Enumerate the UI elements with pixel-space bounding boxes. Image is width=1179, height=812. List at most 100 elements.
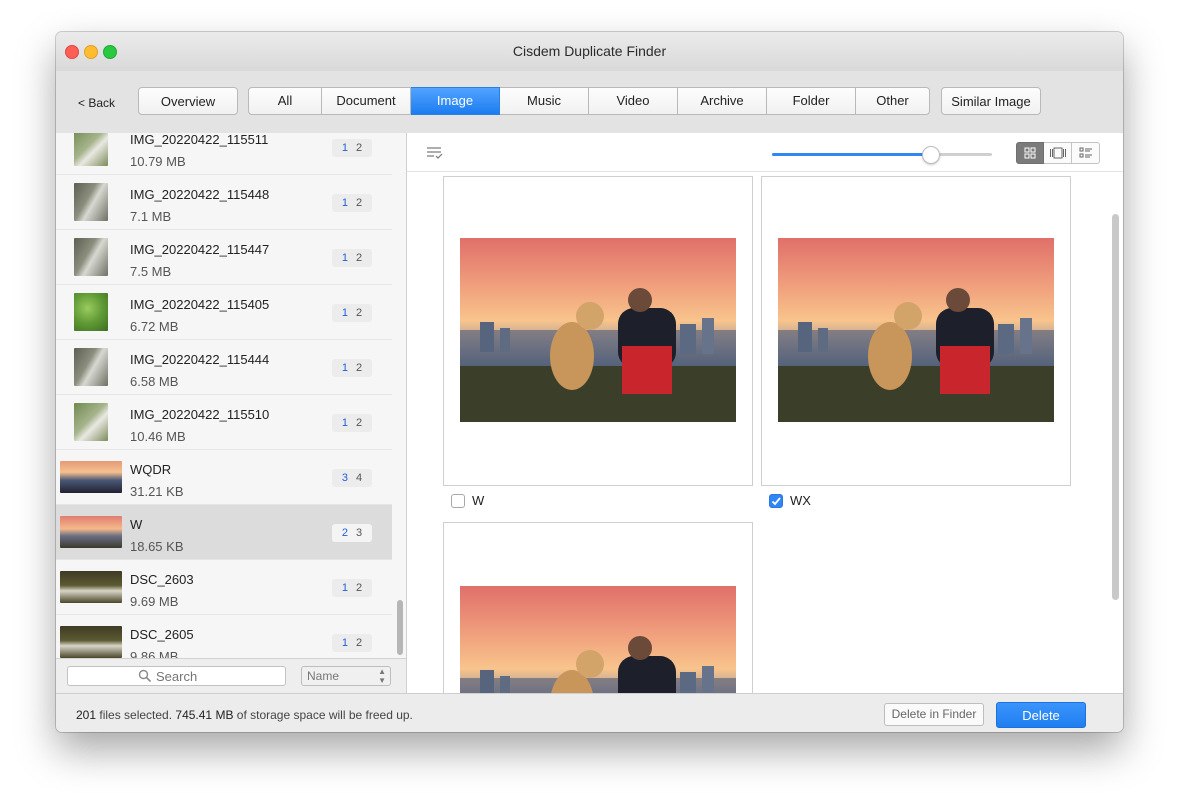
duplicate-count-badge: 12 (332, 139, 372, 157)
select-options-icon[interactable] (426, 145, 444, 161)
duplicate-grid: W WX (407, 172, 1123, 693)
file-thumbnail (74, 133, 108, 166)
window-title: Cisdem Duplicate Finder (512, 43, 667, 59)
grid-view-button[interactable] (1016, 142, 1044, 164)
file-size: 31.21 KB (130, 484, 184, 499)
file-list: IMG_20220422_115511 10.79 MB 1 2 IMG_2022042… (56, 133, 392, 670)
duplicate-card[interactable] (761, 176, 1071, 486)
file-size: 7.1 MB (130, 209, 172, 224)
duplicate-count-badge: 23 (332, 524, 372, 542)
file-size: 10.46 MB (130, 429, 186, 444)
sort-value: Name (307, 669, 340, 683)
preview-pane: W WX (407, 133, 1123, 693)
delete-button[interactable]: Delete (996, 702, 1086, 728)
close-window-button[interactable] (65, 45, 79, 59)
delete-in-finder-button[interactable]: Delete in Finder (884, 703, 984, 726)
file-thumbnail (74, 238, 108, 276)
badge-second: 2 (356, 307, 363, 319)
checkmark-icon (771, 497, 781, 506)
list-item[interactable]: IMG_20220422_115405 6.72 MB 1 2 (56, 285, 392, 340)
duplicate-count-badge: 12 (332, 634, 372, 652)
duplicate-count-badge: 12 (332, 249, 372, 267)
duplicate-count-badge: 12 (332, 304, 372, 322)
list-item[interactable]: WQDR 31.21 KB 3 4 (56, 450, 392, 505)
duplicate-count-badge: 12 (332, 414, 372, 432)
card-label: WX (790, 493, 811, 508)
badge-first: 1 (341, 252, 348, 264)
badge-first: 1 (341, 362, 348, 374)
list-item[interactable]: DSC_2603 9.69 MB 1 2 (56, 560, 392, 615)
up-down-arrows-icon: ▲ ▼ (378, 667, 386, 685)
badge-second: 2 (356, 417, 363, 429)
app-window: Cisdem Duplicate Finder < Back Overview … (56, 32, 1123, 732)
overview-button[interactable]: Overview (138, 87, 238, 115)
sidebar-footer: Name ▲▼ (56, 658, 406, 693)
tab-document[interactable]: Document (322, 87, 411, 115)
selected-count: 201 (76, 708, 97, 722)
tab-music[interactable]: Music (500, 87, 589, 115)
preview-scrollbar[interactable] (1112, 214, 1119, 600)
tab-archive[interactable]: Archive (678, 87, 767, 115)
toolbar: < Back Overview All Document Image Music… (56, 71, 1123, 134)
badge-second: 2 (356, 637, 363, 649)
file-thumbnail (60, 461, 122, 493)
back-button[interactable]: < Back (78, 96, 115, 110)
tab-other[interactable]: Other (856, 87, 930, 115)
badge-second: 4 (356, 472, 363, 484)
badge-second: 2 (356, 252, 363, 264)
badge-first: 1 (341, 307, 348, 319)
file-size: 6.58 MB (130, 374, 179, 389)
duplicate-card[interactable] (443, 522, 753, 693)
search-icon (138, 669, 152, 683)
zoom-window-button[interactable] (103, 45, 117, 59)
man-and-dog-photo (460, 636, 736, 693)
category-tabs: All Document Image Music Video Archive F… (248, 87, 930, 115)
minimize-window-button[interactable] (84, 45, 98, 59)
similar-image-button[interactable]: Similar Image (941, 87, 1041, 115)
duplicate-card[interactable] (443, 176, 753, 486)
sidebar-scrollbar[interactable] (397, 600, 403, 655)
thumbnail-size-slider[interactable] (772, 146, 992, 164)
list-item[interactable]: IMG_20220422_115444 6.58 MB 1 2 (56, 340, 392, 395)
duplicate-list-sidebar: IMG_20220422_115511 10.79 MB 1 2 IMG_2022042… (56, 133, 407, 693)
duplicate-count-badge: 34 (332, 469, 372, 487)
badge-first: 1 (341, 637, 348, 649)
file-name: IMG_20220422_115510 (130, 407, 270, 422)
preview-toolbar (407, 133, 1123, 172)
tab-all[interactable]: All (248, 87, 322, 115)
file-thumbnail (74, 293, 108, 331)
freed-size: 745.41 MB (175, 708, 234, 722)
duplicate-count-badge: 12 (332, 579, 372, 597)
file-thumbnail (60, 516, 122, 548)
file-name: IMG_20220422_115444 (130, 352, 270, 367)
select-checkbox-w[interactable] (451, 494, 465, 508)
tab-image[interactable]: Image (411, 87, 500, 115)
list-view-button[interactable] (1072, 142, 1100, 164)
list-item[interactable]: IMG_20220422_115511 10.79 MB 1 2 (56, 133, 392, 175)
sort-select[interactable]: Name ▲ ▼ (301, 666, 391, 686)
man-and-dog-photo (778, 288, 1054, 422)
list-item[interactable]: IMG_20220422_115510 10.46 MB 1 2 (56, 395, 392, 450)
badge-second: 2 (356, 197, 363, 209)
duplicate-count-badge: 12 (332, 359, 372, 377)
file-thumbnail (74, 403, 108, 441)
file-name: IMG_20220422_115447 (130, 242, 270, 257)
slider-thumb[interactable] (922, 146, 941, 164)
file-name: DSC_2603 (130, 572, 194, 587)
badge-first: 2 (341, 527, 348, 539)
search-box[interactable] (67, 666, 286, 686)
select-checkbox-wx[interactable] (769, 494, 783, 508)
list-item[interactable]: IMG_20220422_115448 7.1 MB 1 2 (56, 175, 392, 230)
file-name: IMG_20220422_115405 (130, 297, 270, 312)
search-input[interactable] (68, 667, 285, 685)
list-item[interactable]: W 18.65 KB 2 3 (56, 505, 392, 560)
badge-first: 3 (341, 472, 348, 484)
list-view-icon (1079, 147, 1092, 158)
file-thumbnail (74, 348, 108, 386)
carousel-view-button[interactable] (1044, 142, 1072, 164)
tab-video[interactable]: Video (589, 87, 678, 115)
tab-folder[interactable]: Folder (767, 87, 856, 115)
file-size: 6.72 MB (130, 319, 179, 334)
list-item[interactable]: IMG_20220422_115447 7.5 MB 1 2 (56, 230, 392, 285)
badge-first: 1 (341, 142, 348, 154)
